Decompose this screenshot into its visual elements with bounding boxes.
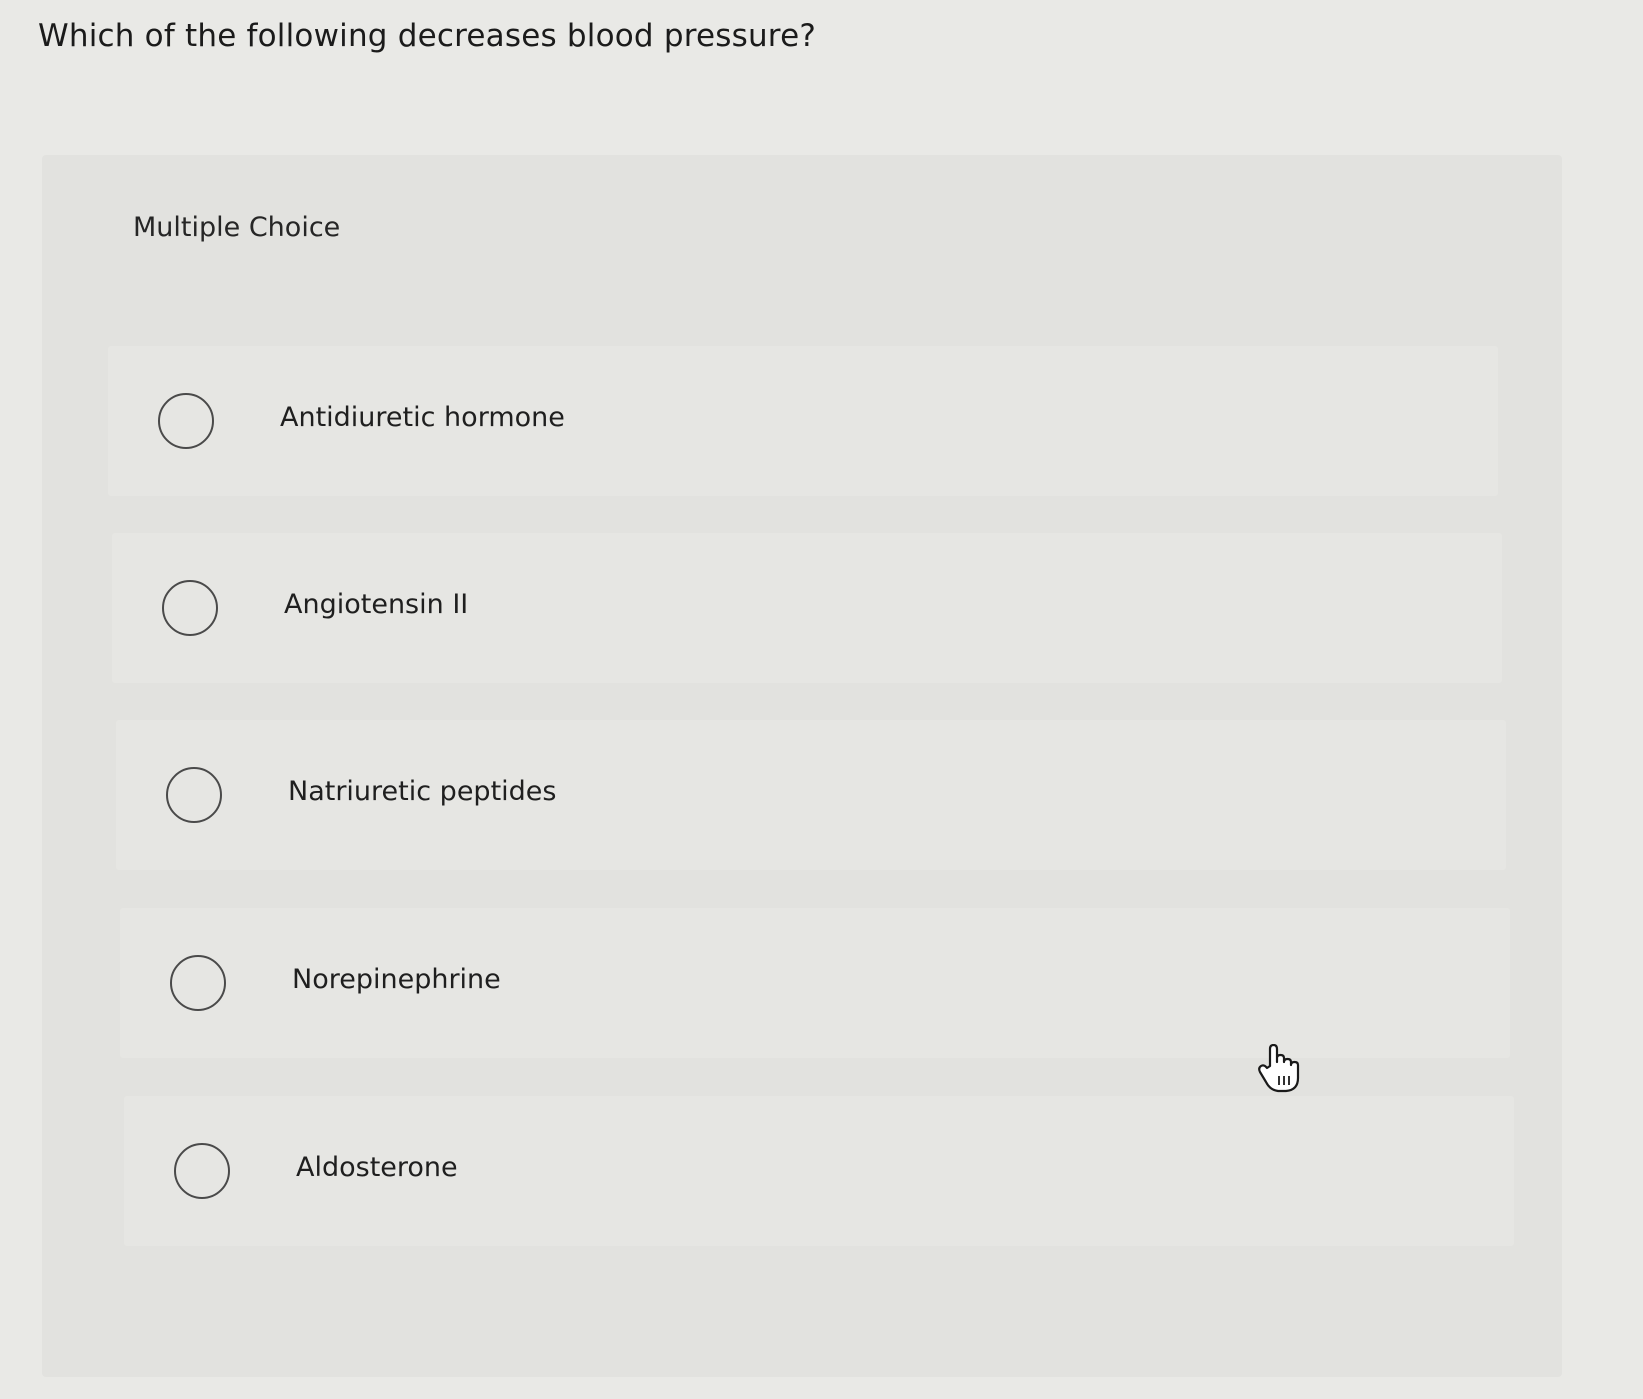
option-label: Aldosterone <box>296 1151 458 1183</box>
radio-button[interactable] <box>158 393 214 449</box>
option-norepinephrine[interactable]: Norepinephrine <box>120 908 1510 1058</box>
multiple-choice-label: Multiple Choice <box>133 212 341 243</box>
radio-button[interactable] <box>170 955 226 1011</box>
option-aldosterone[interactable]: Aldosterone <box>124 1096 1514 1246</box>
question-text: Which of the following decreases blood p… <box>38 18 817 54</box>
option-antidiuretic-hormone[interactable]: Antidiuretic hormone <box>108 346 1498 496</box>
hand-pointer-icon <box>1258 1044 1300 1093</box>
option-label: Norepinephrine <box>292 963 501 995</box>
radio-button[interactable] <box>162 580 218 636</box>
option-label: Natriuretic peptides <box>288 775 557 807</box>
option-natriuretic-peptides[interactable]: Natriuretic peptides <box>116 720 1506 870</box>
radio-button[interactable] <box>166 767 222 823</box>
option-angiotensin-ii[interactable]: Angiotensin II <box>112 533 1502 683</box>
option-label: Antidiuretic hormone <box>280 401 565 433</box>
option-label: Angiotensin II <box>284 588 469 620</box>
radio-button[interactable] <box>174 1143 230 1199</box>
